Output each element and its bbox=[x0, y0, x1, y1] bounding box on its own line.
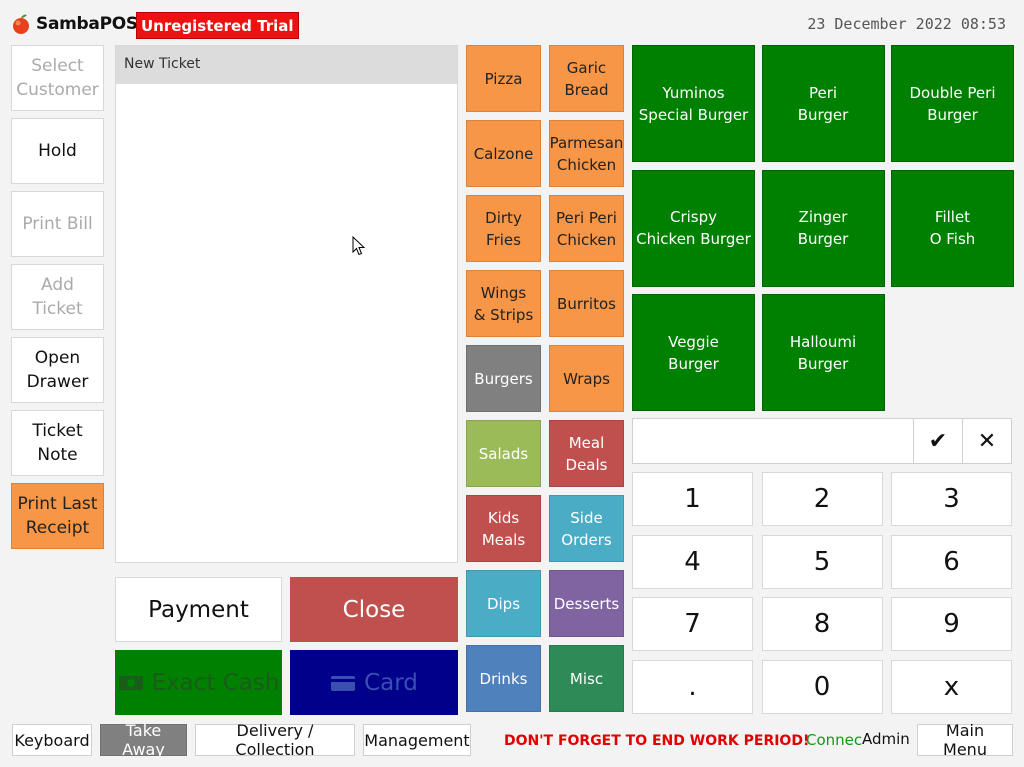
take-away-button[interactable]: Take Away bbox=[100, 721, 187, 759]
category-button[interactable]: Garic Bread bbox=[549, 45, 624, 112]
category-button[interactable]: Pizza bbox=[466, 45, 541, 112]
numpad-key[interactable]: 5 bbox=[761, 534, 883, 589]
product-button[interactable]: Zinger Burger bbox=[761, 169, 885, 287]
exact-cash-label: Exact Cash bbox=[151, 669, 280, 696]
mouse-cursor-icon bbox=[352, 236, 366, 256]
print-bill-button[interactable]: Print Bill bbox=[11, 191, 104, 257]
numpad-key[interactable]: 9 bbox=[891, 597, 1012, 652]
cash-icon bbox=[118, 675, 143, 690]
category-button[interactable]: Drinks bbox=[466, 645, 541, 712]
close-label: Close bbox=[342, 596, 406, 623]
numpad-key[interactable]: 8 bbox=[761, 597, 883, 652]
category-button[interactable]: Parmesan Chicken bbox=[549, 120, 624, 187]
numpad-key[interactable]: 0 bbox=[761, 660, 883, 715]
print-last-receipt-button[interactable]: Print Last Receipt bbox=[11, 483, 104, 549]
exact-cash-button[interactable]: Exact Cash bbox=[115, 650, 282, 715]
category-button[interactable]: Side Orders bbox=[549, 495, 624, 562]
category-button[interactable]: Salads bbox=[466, 420, 541, 487]
category-button[interactable]: Burritos bbox=[549, 270, 624, 337]
connection-status: Connected bbox=[806, 731, 862, 749]
payment-button[interactable]: Payment bbox=[115, 577, 282, 642]
numpad-key[interactable]: 1 bbox=[632, 472, 753, 526]
card-button[interactable]: Card bbox=[290, 650, 458, 715]
card-label: Card bbox=[364, 669, 418, 696]
category-button[interactable]: Desserts bbox=[549, 570, 624, 637]
numpad-key[interactable]: 3 bbox=[891, 472, 1012, 526]
confirm-button[interactable]: ✔ bbox=[913, 418, 963, 464]
select-customer-button[interactable]: Select Customer bbox=[11, 45, 104, 111]
product-button[interactable]: Double Peri Burger bbox=[891, 45, 1014, 162]
category-button[interactable]: Peri Peri Chicken bbox=[549, 195, 624, 262]
check-icon: ✔ bbox=[928, 428, 948, 454]
main-menu-button[interactable]: Main Menu bbox=[917, 721, 1013, 759]
date-time: 23 December 2022 08:53 bbox=[807, 15, 1006, 33]
open-drawer-button[interactable]: Open Drawer bbox=[11, 337, 104, 403]
category-button[interactable]: Dirty Fries bbox=[466, 195, 541, 262]
numpad-key[interactable]: . bbox=[632, 660, 753, 715]
category-button[interactable]: Dips bbox=[466, 570, 541, 637]
user-name: Admin bbox=[862, 730, 910, 748]
product-button[interactable]: Peri Burger bbox=[761, 45, 885, 162]
numpad-input[interactable] bbox=[632, 418, 914, 464]
brand-name: SambaPOS bbox=[36, 14, 138, 34]
numpad-key[interactable]: 4 bbox=[632, 534, 753, 589]
product-button[interactable]: Yuminos Special Burger bbox=[632, 45, 755, 162]
category-button[interactable]: Calzone bbox=[466, 120, 541, 187]
category-button[interactable]: Wraps bbox=[549, 345, 624, 412]
product-button[interactable]: Crispy Chicken Burger bbox=[632, 169, 755, 287]
close-button[interactable]: Close bbox=[290, 577, 458, 642]
logo-icon bbox=[13, 14, 29, 34]
ticket-title: New Ticket bbox=[116, 46, 457, 84]
product-button[interactable]: Halloumi Burger bbox=[761, 294, 885, 411]
numpad-key[interactable]: x bbox=[891, 660, 1012, 715]
keyboard-button[interactable]: Keyboard bbox=[12, 724, 92, 756]
hold-button[interactable]: Hold bbox=[11, 118, 104, 184]
delivery-collection-button[interactable]: Delivery / Collection bbox=[195, 721, 355, 759]
management-button[interactable]: Management bbox=[363, 724, 471, 756]
numpad-key[interactable]: 7 bbox=[632, 597, 753, 652]
product-button[interactable]: Fillet O Fish bbox=[891, 169, 1014, 287]
x-icon: ✕ bbox=[977, 428, 997, 454]
add-ticket-button[interactable]: Add Ticket bbox=[11, 264, 104, 330]
credit-card-icon bbox=[331, 675, 356, 691]
category-button[interactable]: Misc bbox=[549, 645, 624, 712]
work-period-warning: DON'T FORGET TO END WORK PERIOD! bbox=[504, 733, 810, 749]
ticket-note-button[interactable]: Ticket Note bbox=[11, 410, 104, 476]
trial-badge: Unregistered Trial bbox=[136, 12, 299, 39]
category-button[interactable]: Wings & Strips bbox=[466, 270, 541, 337]
numpad-key[interactable]: 6 bbox=[891, 534, 1012, 589]
numpad-key[interactable]: 2 bbox=[761, 472, 883, 526]
category-button[interactable]: Kids Meals bbox=[466, 495, 541, 562]
category-button[interactable]: Meal Deals bbox=[549, 420, 624, 487]
payment-label: Payment bbox=[148, 596, 249, 623]
clear-button[interactable]: ✕ bbox=[962, 418, 1012, 464]
ticket-panel[interactable]: New Ticket bbox=[115, 45, 458, 563]
product-button[interactable]: Veggie Burger bbox=[632, 294, 755, 411]
category-button[interactable]: Burgers bbox=[466, 345, 541, 412]
